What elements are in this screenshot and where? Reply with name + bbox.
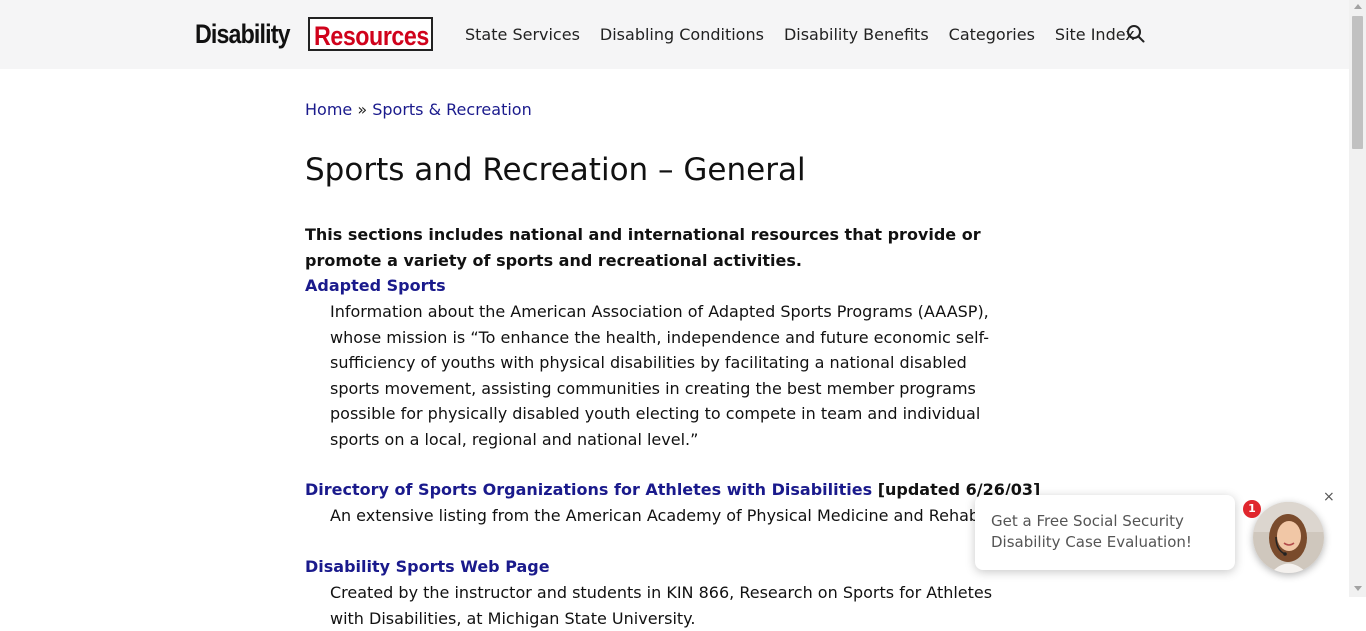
nav-disabling-conditions[interactable]: Disabling Conditions	[600, 24, 764, 46]
logo-text-disability: Disability	[195, 18, 291, 49]
notification-badge: 1	[1243, 500, 1261, 518]
entry-link-adapted-sports[interactable]: Adapted Sports	[305, 273, 446, 299]
breadcrumb-sports-recreation[interactable]: Sports & Recreation	[372, 100, 532, 119]
site-header: Disability Resources State Services Disa…	[0, 0, 1349, 69]
breadcrumb-separator: »	[352, 100, 373, 119]
scroll-up-arrow-icon[interactable]	[1354, 4, 1362, 9]
logo-text-resources: Resources	[308, 17, 433, 51]
close-icon[interactable]: ×	[1323, 489, 1335, 505]
entry-heading: Directory of Sports Organizations for At…	[305, 477, 1040, 503]
main-nav: State Services Disabling Conditions Disa…	[465, 24, 1155, 46]
entry-link-disability-sports[interactable]: Disability Sports Web Page	[305, 554, 550, 580]
chat-popup[interactable]: Get a Free Social Security Disability Ca…	[975, 495, 1235, 570]
page-scrollbar[interactable]	[1349, 0, 1366, 597]
intro-text: This sections includes national and inte…	[305, 225, 981, 270]
entry-description: An extensive listing from the American A…	[330, 506, 1045, 525]
scroll-down-arrow-icon[interactable]	[1354, 586, 1362, 591]
breadcrumb: Home » Sports & Recreation	[305, 100, 532, 119]
agent-photo-icon	[1253, 502, 1324, 573]
scrollbar-thumb[interactable]	[1352, 16, 1363, 149]
page-title: Sports and Recreation – General	[305, 152, 806, 188]
nav-disability-benefits[interactable]: Disability Benefits	[784, 24, 929, 46]
nav-site-index[interactable]: Site Index	[1055, 24, 1135, 46]
search-icon[interactable]	[1126, 24, 1145, 43]
entry-description: Information about the American Associati…	[330, 302, 990, 449]
nav-categories[interactable]: Categories	[949, 24, 1035, 46]
chat-agent-avatar[interactable]	[1253, 502, 1324, 573]
site-logo[interactable]: Disability Resources	[195, 15, 433, 53]
entry-link-directory[interactable]: Directory of Sports Organizations for At…	[305, 480, 872, 499]
entry-description: Created by the instructor and students i…	[330, 583, 993, 628]
chat-popup-text: Get a Free Social Security Disability Ca…	[991, 512, 1192, 551]
nav-state-services[interactable]: State Services	[465, 24, 580, 46]
breadcrumb-home[interactable]: Home	[305, 100, 352, 119]
